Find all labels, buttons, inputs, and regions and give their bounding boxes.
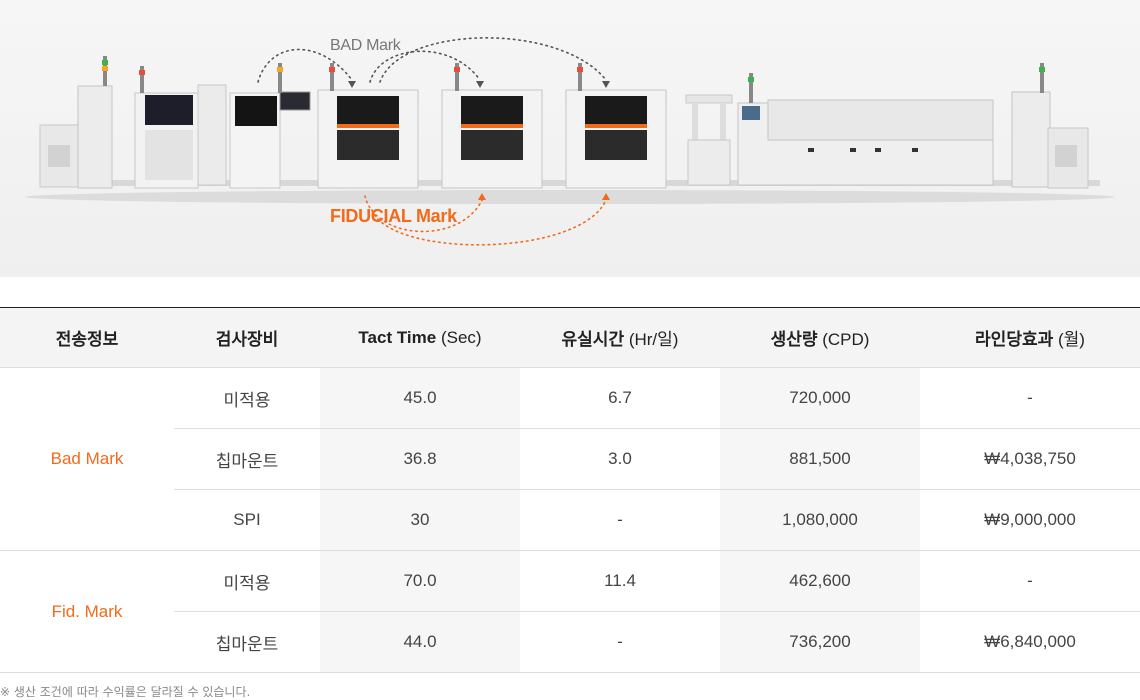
group-label: Fid. Mark [0,550,174,673]
table-header-row: 전송정보 검사장비 Tact Time (Sec) 유실시간 (Hr/일) 생산… [0,307,1140,368]
unloader-machine [1011,63,1089,189]
loader-machine [39,56,113,189]
header-line-effect: 라인당효과 (월) [920,307,1140,368]
header-transfer-info: 전송정보 [0,307,174,368]
reflow-oven [737,73,994,186]
header-production: 생산량 (CPD) [720,307,920,368]
equipment-cell: 미적용 [174,367,320,429]
conveyor [685,94,733,186]
loss-cell: - [520,611,720,673]
chip-mounter-3 [565,63,667,189]
tact-cell: 44.0 [320,611,520,673]
tact-cell: 30 [320,489,520,551]
spi-machine [229,63,311,189]
bad-mark-label: BAD Mark [330,37,401,54]
printer-machine [134,66,227,189]
tact-cell: 45.0 [320,367,520,429]
effect-cell: ₩6,840,000 [920,611,1140,673]
cpd-cell: 1,080,000 [720,489,920,551]
cpd-cell: 720,000 [720,367,920,429]
effect-cell: ₩9,000,000 [920,489,1140,551]
effect-cell: ₩4,038,750 [920,428,1140,490]
group-label: Bad Mark [0,367,174,551]
cpd-cell: 736,200 [720,611,920,673]
header-loss-time: 유실시간 (Hr/일) [520,307,720,368]
equipment-cell: 칩마운트 [174,611,320,673]
loss-cell: - [520,489,720,551]
tact-cell: 70.0 [320,550,520,612]
chip-mounter-1 [317,63,419,189]
header-tact-time: Tact Time (Sec) [320,307,520,368]
loss-cell: 3.0 [520,428,720,490]
bad-mark-arrowheads [348,81,610,88]
tact-cell: 36.8 [320,428,520,490]
effect-cell: - [920,550,1140,612]
equipment-cell: 미적용 [174,550,320,612]
smt-line-diagram: BAD Mark FIDUCIAL Mark [0,0,1140,277]
footnote: ※ 생산 조건에 따라 수익률은 달라질 수 있습니다. [0,685,251,699]
smt-line-illustration [25,37,1115,246]
table-row: Bad Mark 미적용 45.0 6.7 720,000 - [0,367,1140,551]
table-row: Fid. Mark 미적용 70.0 11.4 462,600 - [0,550,1140,673]
equipment-cell: 칩마운트 [174,428,320,490]
bad-mark-arrows [257,37,607,83]
equipment-cell: SPI [174,489,320,551]
loss-cell: 11.4 [520,550,720,612]
comparison-table: 전송정보 검사장비 Tact Time (Sec) 유실시간 (Hr/일) 생산… [0,307,1140,673]
fiducial-mark-label: FIDUCIAL Mark [330,206,457,226]
chip-mounter-2 [441,63,543,189]
loss-cell: 6.7 [520,367,720,429]
cpd-cell: 881,500 [720,428,920,490]
effect-cell: - [920,367,1140,429]
header-inspection-equipment: 검사장비 [174,307,320,368]
cpd-cell: 462,600 [720,550,920,612]
